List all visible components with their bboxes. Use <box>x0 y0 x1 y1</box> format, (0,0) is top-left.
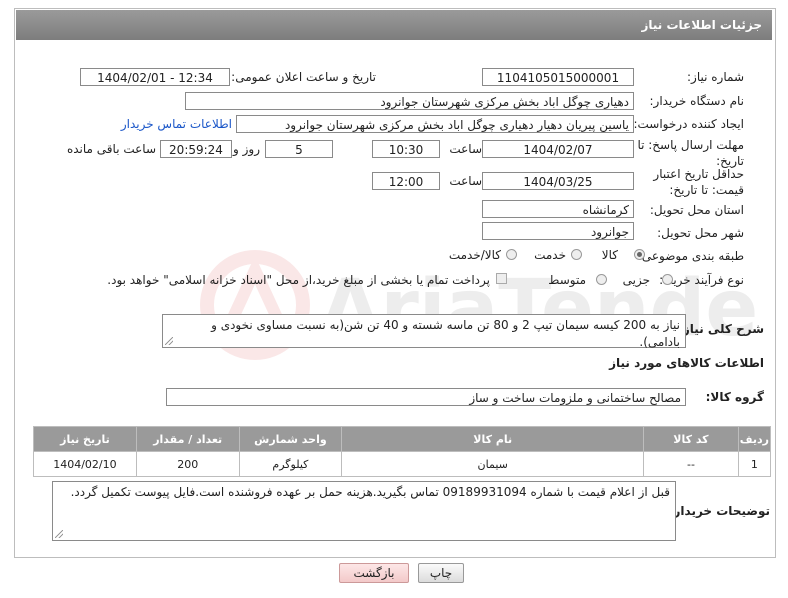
print-button[interactable]: چاپ <box>418 563 464 583</box>
category-option-service: خدمت <box>534 248 566 262</box>
buyer-org-label: نام دستگاه خریدار: <box>649 94 745 108</box>
cell-unit: کیلوگرم <box>238 451 343 477</box>
validity-date-field: 1404/03/25 <box>482 172 634 190</box>
buyer-notes-text: قبل از اعلام قیمت با شماره 09189931094 ت… <box>70 485 670 499</box>
process-radio-minor[interactable] <box>662 274 673 285</box>
back-button[interactable]: بازگشت <box>339 563 409 583</box>
goods-section-title: اطلاعات کالاهای مورد نیاز <box>609 356 764 370</box>
deadline-time-field: 10:30 <box>372 140 440 158</box>
city-field: جوانرود <box>482 222 634 240</box>
process-option-minor: جزیی <box>622 273 650 287</box>
remaining-time-field: 20:59:24 <box>160 140 232 158</box>
cell-row: 1 <box>737 451 772 477</box>
col-name: نام کالا <box>341 426 645 452</box>
days-label: روز و <box>233 142 260 156</box>
city-label: شهر محل تحویل: <box>657 226 744 240</box>
goods-table-header: ردیف کد کالا نام کالا واحد شمارش تعداد /… <box>33 426 772 452</box>
deadline-label: مهلت ارسال پاسخ: تا تاریخ: <box>637 138 744 168</box>
need-number-field: 1104105015000001 <box>482 68 634 86</box>
table-row[interactable]: 1 -- سیمان کیلوگرم 200 1404/02/10 <box>33 451 772 477</box>
process-option-medium: متوسط <box>548 273 586 287</box>
remaining-label: ساعت باقی مانده <box>66 142 156 156</box>
resize-grip[interactable] <box>55 530 63 538</box>
category-radio-goods-service[interactable] <box>506 249 517 260</box>
province-field: کرمانشاه <box>482 200 634 218</box>
goods-table: ردیف کد کالا نام کالا واحد شمارش تعداد /… <box>33 426 772 477</box>
category-radio-service[interactable] <box>571 249 582 260</box>
cell-qty: 200 <box>135 451 240 477</box>
goods-group-field: مصالح ساختمانی و ملزومات ساخت و ساز <box>166 388 686 406</box>
cell-name: سیمان <box>341 451 645 477</box>
treasury-checkbox[interactable] <box>496 273 507 284</box>
process-radio-medium[interactable] <box>596 274 607 285</box>
col-row: ردیف <box>737 426 772 452</box>
cell-code: -- <box>643 451 739 477</box>
page-header: جزئیات اطلاعات نیاز <box>16 10 772 40</box>
col-qty: تعداد / مقدار <box>135 426 240 452</box>
validity-label: حداقل تاریخ اعتبار قیمت: تا تاریخ: <box>653 167 744 197</box>
cell-date: 1404/02/10 <box>33 451 137 477</box>
buyer-org-field: دهیاری چوگل اباد بخش مرکزی شهرستان جوانر… <box>185 92 634 110</box>
buyer-contact-link[interactable]: اطلاعات تماس خریدار <box>121 117 232 131</box>
announce-label: تاریخ و ساعت اعلان عمومی: <box>231 70 376 84</box>
buyer-notes-textarea[interactable]: قبل از اعلام قیمت با شماره 09189931094 ت… <box>52 481 676 541</box>
payment-note: پرداخت تمام یا بخشی از مبلغ خرید،از محل … <box>107 273 490 287</box>
days-field: 5 <box>265 140 333 158</box>
description-text: نیاز به 200 کیسه سیمان تیپ 2 و 80 تن ماس… <box>211 318 680 349</box>
need-number-label: شماره نیاز: <box>687 70 744 84</box>
category-label: طبقه بندی موضوعی: <box>637 249 744 263</box>
category-option-goods-service: کالا/خدمت <box>448 248 501 262</box>
validity-time-label: ساعت <box>449 174 482 188</box>
creator-field: یاسین پیریان دهیار دهیاری چوگل اباد بخش … <box>236 115 634 133</box>
buyer-notes-label: توضیحات خریدار: <box>668 504 770 518</box>
category-radio-goods[interactable] <box>634 249 645 260</box>
resize-grip[interactable] <box>165 337 173 345</box>
deadline-date-field: 1404/02/07 <box>482 140 634 158</box>
description-label: شرح کلی نیاز: <box>678 322 764 336</box>
validity-time-field: 12:00 <box>372 172 440 190</box>
col-code: کد کالا <box>643 426 739 452</box>
category-option-goods: کالا <box>601 248 618 262</box>
col-unit: واحد شمارش <box>238 426 343 452</box>
col-date: تاریخ نیاز <box>33 426 137 452</box>
province-label: استان محل تحویل: <box>649 203 744 217</box>
goods-group-label: گروه کالا: <box>705 390 764 404</box>
page-title: جزئیات اطلاعات نیاز <box>641 18 762 32</box>
creator-label: ایجاد کننده درخواست: <box>633 117 744 131</box>
announce-field: 1404/02/01 - 12:34 <box>80 68 230 86</box>
deadline-time-label: ساعت <box>449 142 482 156</box>
description-textarea[interactable]: نیاز به 200 کیسه سیمان تیپ 2 و 80 تن ماس… <box>162 314 686 349</box>
